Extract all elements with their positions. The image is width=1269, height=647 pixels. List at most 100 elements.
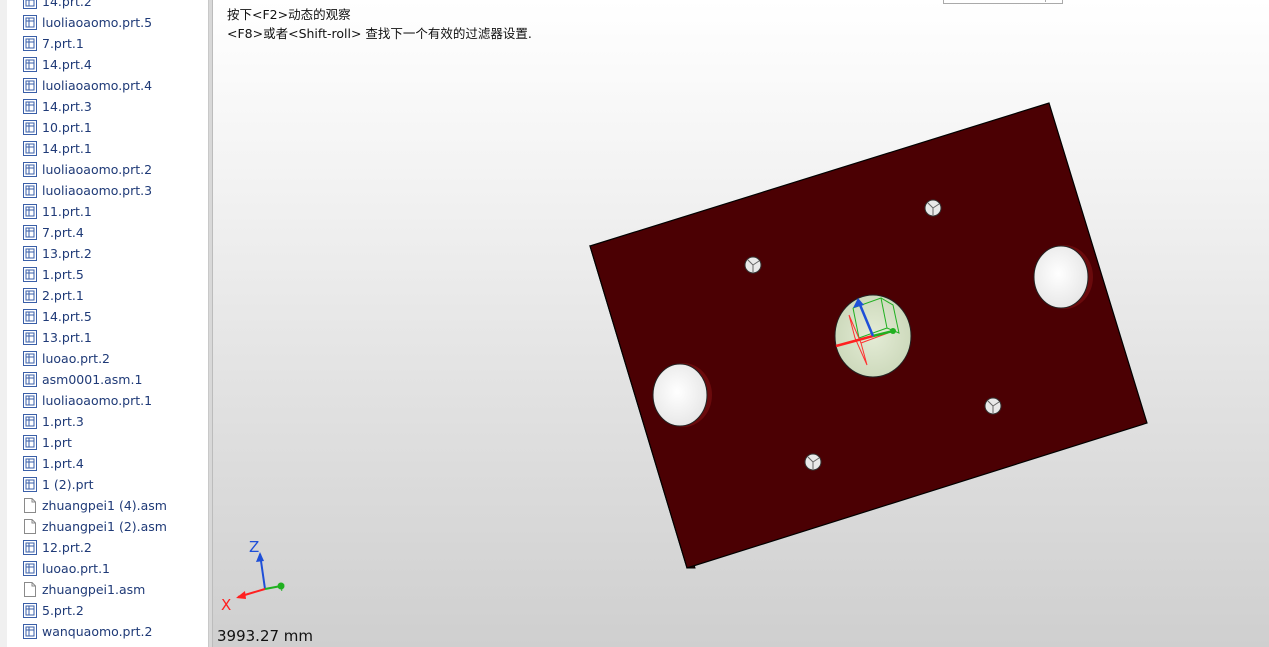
file-list-item-label: 10.prt.1 <box>42 120 92 135</box>
file-list-item[interactable]: 1.prt.5 <box>0 264 208 285</box>
file-list-item-label: luoao.prt.2 <box>42 351 111 366</box>
plate-model[interactable] <box>213 0 1269 647</box>
part-icon <box>23 288 37 303</box>
part-icon <box>23 267 37 282</box>
file-list-item-label: luoliaoaomo.prt.1 <box>42 393 153 408</box>
document-icon <box>23 582 37 597</box>
part-icon <box>23 99 37 114</box>
part-icon <box>23 120 37 135</box>
file-list-item-label: luoliaoaomo.prt.2 <box>42 162 153 177</box>
file-list-item[interactable]: 7.prt.1 <box>0 33 208 54</box>
file-list-item-label: 13.prt.2 <box>42 246 92 261</box>
part-icon <box>23 456 37 471</box>
file-list-item-label: 1 (2).prt <box>42 477 94 492</box>
part-icon <box>23 330 37 345</box>
z-axis-label: Z <box>249 538 259 556</box>
file-list-item-label: luoliaoaomo.prt.3 <box>42 183 153 198</box>
file-list-panel: 14.prt.2 luoliaoaomo.prt.5 7.prt.1 14.prt.4… <box>0 0 208 647</box>
part-icon <box>23 561 37 576</box>
file-list-item[interactable]: wanquaomo.prt.2 <box>0 621 208 642</box>
file-list-item-label: asm0001.asm.1 <box>42 372 143 387</box>
pin-hole-2 <box>744 256 762 274</box>
file-list-item[interactable]: luoliaoaomo.prt.4 <box>0 75 208 96</box>
file-list-item[interactable]: 7.prt.4 <box>0 222 208 243</box>
x-axis-arrow-icon <box>236 591 246 599</box>
3d-viewport[interactable]: 按下<F2>动态的观察 <F8>或者<Shift-roll> 查找下一个有效的过… <box>213 0 1269 647</box>
file-list-item-label: 14.prt.3 <box>42 99 92 114</box>
pin-hole-3 <box>984 397 1002 415</box>
part-icon <box>23 435 37 450</box>
file-list-item-label: zhuangpei1 (4).asm <box>42 498 167 513</box>
pin-hole-4 <box>804 453 822 471</box>
file-list-item-label: 14.prt.2 <box>42 0 92 9</box>
document-icon <box>23 498 37 513</box>
part-icon <box>23 393 37 408</box>
file-list-item[interactable]: asm0001.asm.1 <box>0 369 208 390</box>
file-list-item[interactable]: 10.prt.1 <box>0 117 208 138</box>
plate-hole-left <box>652 363 712 427</box>
part-icon <box>23 78 37 93</box>
part-icon <box>23 603 37 618</box>
part-icon <box>23 57 37 72</box>
file-list-item-label: 11.prt.1 <box>42 204 92 219</box>
file-list-item-label: 5.prt.2 <box>42 603 84 618</box>
file-list-item[interactable]: 2.prt.1 <box>0 285 208 306</box>
file-list-item-label: 14.prt.5 <box>42 309 92 324</box>
x-axis-label: X <box>221 596 231 614</box>
part-icon <box>23 225 37 240</box>
file-list-item-label: 14.prt.1 <box>42 141 92 156</box>
file-list-item[interactable]: 5.prt.2 <box>0 600 208 621</box>
file-list-item[interactable]: 13.prt.2 <box>0 243 208 264</box>
file-list-item[interactable]: luoliaoaomo.prt.2 <box>0 159 208 180</box>
part-icon <box>23 162 37 177</box>
part-icon <box>23 36 37 51</box>
axis-triad: Z X Y <box>221 538 285 614</box>
part-icon <box>23 204 37 219</box>
file-list-item[interactable]: luoao.prt.2 <box>0 348 208 369</box>
file-list-item-label: zhuangpei1.asm <box>42 582 146 597</box>
file-list-item[interactable]: 14.prt.5 <box>0 306 208 327</box>
file-list-item[interactable]: 14.prt.1 <box>0 138 208 159</box>
file-list: 14.prt.2 luoliaoaomo.prt.5 7.prt.1 14.prt.4… <box>0 0 208 642</box>
file-list-item-label: 12.prt.2 <box>42 540 92 555</box>
part-icon <box>23 477 37 492</box>
file-list-item[interactable]: 14.prt.3 <box>0 96 208 117</box>
part-icon <box>23 246 37 261</box>
part-icon <box>23 540 37 555</box>
file-list-item-label: 14.prt.4 <box>42 57 92 72</box>
file-list-item-label: 7.prt.4 <box>42 225 84 240</box>
file-list-item[interactable]: zhuangpei1.asm <box>0 579 208 600</box>
file-list-item[interactable]: zhuangpei1 (4).asm <box>0 495 208 516</box>
measurement-readout: 3993.27 mm <box>217 627 314 645</box>
file-list-item[interactable]: 1 (2).prt <box>0 474 208 495</box>
file-list-item[interactable]: 12.prt.2 <box>0 537 208 558</box>
file-list-item[interactable]: 13.prt.1 <box>0 327 208 348</box>
part-icon <box>23 624 37 639</box>
plate-hole-right <box>1033 245 1093 309</box>
file-list-item-label: 2.prt.1 <box>42 288 84 303</box>
file-list-item[interactable]: 14.prt.4 <box>0 54 208 75</box>
file-list-item-label: zhuangpei1 (2).asm <box>42 519 167 534</box>
file-list-item[interactable]: 1.prt.4 <box>0 453 208 474</box>
file-list-item[interactable]: luoliaoaomo.prt.3 <box>0 180 208 201</box>
file-list-item-label: 7.prt.1 <box>42 36 84 51</box>
file-list-item-label: 1.prt.4 <box>42 456 84 471</box>
file-list-item[interactable]: luoliaoaomo.prt.1 <box>0 390 208 411</box>
file-list-item[interactable]: zhuangpei1 (2).asm <box>0 516 208 537</box>
file-list-item-label: luoliaoaomo.prt.4 <box>42 78 153 93</box>
file-list-item[interactable]: 11.prt.1 <box>0 201 208 222</box>
file-list-item-label: 13.prt.1 <box>42 330 92 345</box>
part-icon <box>23 414 37 429</box>
part-icon <box>23 372 37 387</box>
part-icon <box>23 183 37 198</box>
file-list-item-label: luoliaoaomo.prt.5 <box>42 15 153 30</box>
file-list-item-label: 1.prt.5 <box>42 267 84 282</box>
file-list-item[interactable]: 1.prt <box>0 432 208 453</box>
part-icon <box>23 0 37 9</box>
file-list-item[interactable]: 1.prt.3 <box>0 411 208 432</box>
file-list-item-label: wanquaomo.prt.2 <box>42 624 153 639</box>
file-list-item[interactable]: luoao.prt.1 <box>0 558 208 579</box>
file-list-item-label: 1.prt <box>42 435 72 450</box>
file-list-item[interactable]: luoliaoaomo.prt.5 <box>0 12 208 33</box>
file-list-item[interactable]: 14.prt.2 <box>0 0 208 12</box>
